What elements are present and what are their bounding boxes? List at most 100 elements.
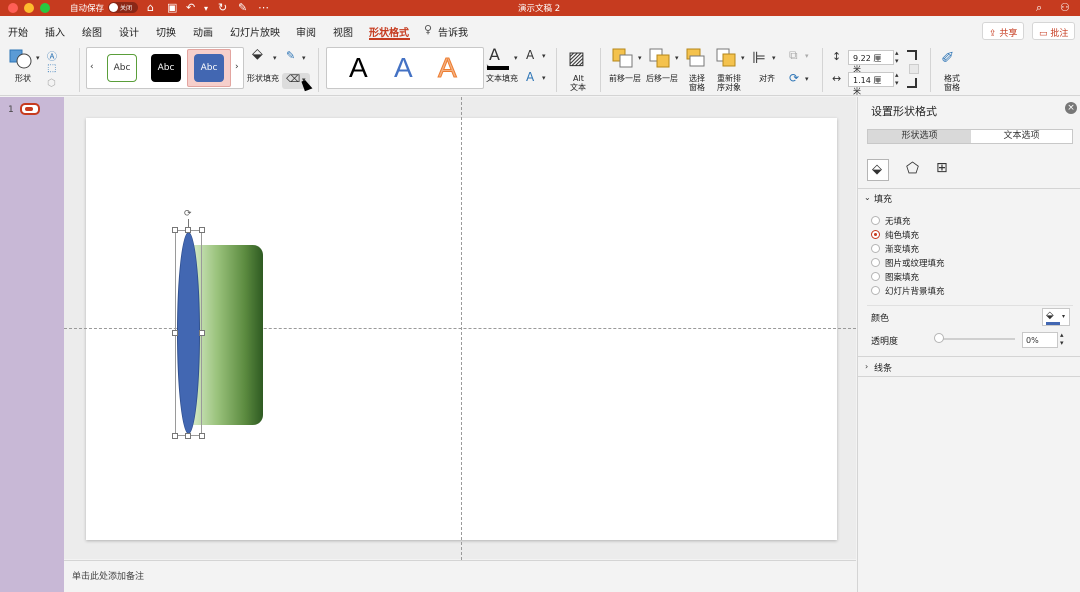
fill-dropdown-icon[interactable]: ▾ — [273, 54, 277, 62]
resize-handle-e[interactable] — [199, 330, 205, 336]
slide-thumbnail[interactable] — [20, 103, 40, 115]
text-fill-icon[interactable]: A — [489, 45, 500, 64]
shapes-dropdown-icon[interactable]: ▾ — [36, 54, 40, 62]
reorder-objects-icon[interactable] — [716, 48, 738, 68]
resize-handle-s[interactable] — [185, 433, 191, 439]
tab-slideshow[interactable]: 幻灯片放映 — [230, 24, 280, 39]
notes-area[interactable]: 单击此处添加备注 — [64, 560, 856, 592]
selection-pane-icon[interactable] — [686, 48, 708, 68]
transparency-slider-track[interactable] — [938, 338, 1015, 340]
tab-tell-me[interactable]: 告诉我 — [438, 24, 468, 39]
transparency-slider-thumb[interactable] — [934, 333, 944, 343]
close-window-button[interactable] — [8, 3, 18, 13]
width-stepper[interactable]: ▴ ▾ — [895, 71, 899, 87]
text-fill-dropdown-icon[interactable]: ▾ — [514, 54, 518, 62]
edit-shape-icon[interactable]: ⬚ — [47, 63, 56, 74]
line-section-header[interactable]: 线条 — [874, 361, 892, 374]
resize-handle-ne[interactable] — [199, 227, 205, 233]
radio-gradient-fill[interactable] — [871, 244, 880, 253]
send-backward-icon[interactable] — [649, 48, 671, 68]
lock-aspect-ratio-button[interactable] — [909, 64, 919, 74]
merge-shapes-icon[interactable]: ⬡ — [47, 78, 56, 89]
tab-text-options[interactable]: 文本选项 — [971, 130, 1072, 143]
fill-section-header[interactable]: 填充 — [874, 192, 892, 205]
more-icon[interactable]: ⋯ — [258, 1, 269, 15]
group-dropdown-icon[interactable]: ▾ — [805, 52, 809, 60]
transparency-input[interactable]: 0% — [1022, 332, 1058, 348]
outline-pen-icon[interactable]: ✎ — [286, 49, 295, 62]
rotate-dropdown-icon[interactable]: ▾ — [805, 75, 809, 83]
style-swatch-selected-frame[interactable]: Abc — [187, 49, 231, 87]
resize-handle-sw[interactable] — [172, 433, 178, 439]
share-button[interactable]: ⇪ 共享 — [982, 22, 1025, 40]
gallery-prev-icon[interactable]: ‹ — [90, 62, 94, 72]
save-icon[interactable]: ▣ — [167, 1, 177, 15]
resize-handle-w[interactable] — [172, 330, 178, 336]
chevron-right-icon[interactable]: › — [865, 362, 868, 371]
radio-background-fill[interactable] — [871, 286, 880, 295]
width-input[interactable]: 1.14 厘米 — [848, 72, 894, 96]
zoom-window-button[interactable] — [40, 3, 50, 13]
blue-ellipse[interactable] — [177, 232, 200, 434]
chevron-down-icon[interactable]: ⌄ — [864, 193, 871, 202]
resize-handle-nw[interactable] — [172, 227, 178, 233]
color-picker-button[interactable]: ⬙ ▾ — [1042, 308, 1070, 326]
comment-button[interactable]: ▭ 批注 — [1032, 22, 1076, 40]
group-icon[interactable]: ⧉ — [789, 48, 798, 63]
radio-solid-fill[interactable] — [871, 230, 880, 239]
text-effects-dropdown-icon[interactable]: ▾ — [542, 74, 546, 82]
tab-transitions[interactable]: 切换 — [156, 24, 176, 39]
text-outline-icon[interactable]: A — [526, 48, 534, 62]
search-icon[interactable]: ⌕ — [1036, 1, 1042, 15]
wordart-black[interactable]: A — [349, 52, 368, 84]
resize-handle-se[interactable] — [199, 433, 205, 439]
rotation-handle-icon[interactable]: ⟳ — [184, 209, 192, 219]
radio-pattern-fill[interactable] — [871, 272, 880, 281]
height-input[interactable]: 9.22 厘米 — [848, 50, 894, 74]
wordart-blue[interactable]: A — [394, 52, 413, 84]
effects-tab-icon[interactable]: ⬠ — [906, 159, 919, 177]
tab-shape-format[interactable]: 形状格式 — [369, 24, 409, 39]
text-effects-icon[interactable]: A — [526, 70, 534, 84]
tab-review[interactable]: 审阅 — [296, 24, 316, 39]
tab-home[interactable]: 开始 — [8, 24, 28, 39]
radio-picture-fill[interactable] — [871, 258, 880, 267]
align-icon[interactable]: ⊫ — [752, 48, 766, 67]
undo-icon[interactable]: ↶ — [186, 1, 195, 15]
gallery-next-icon[interactable]: › — [235, 62, 239, 72]
redo-icon[interactable]: ↻ — [218, 1, 227, 15]
format-pane-icon[interactable]: ✐ — [941, 48, 954, 67]
tab-design[interactable]: 设计 — [119, 24, 139, 39]
size-properties-tab-icon[interactable]: ⊞ — [936, 160, 948, 176]
radio-no-fill[interactable] — [871, 216, 880, 225]
text-box-icon[interactable]: Ⓐ — [47, 48, 57, 63]
home-icon[interactable]: ⌂ — [147, 1, 154, 15]
undo-dropdown-icon[interactable]: ▾ — [204, 2, 208, 16]
style-swatch-black[interactable]: Abc — [151, 54, 181, 82]
shapes-icon[interactable] — [9, 48, 33, 70]
style-swatch-outline[interactable]: Abc — [107, 54, 137, 82]
transparency-stepper[interactable]: ▴ ▾ — [1060, 331, 1064, 347]
align-dropdown-icon[interactable]: ▾ — [772, 54, 776, 62]
resize-handle-n[interactable] — [185, 227, 191, 233]
text-outline-dropdown-icon[interactable]: ▾ — [542, 52, 546, 60]
reorder-dropdown-icon[interactable]: ▾ — [741, 54, 745, 62]
tab-shape-options[interactable]: 形状选项 — [868, 130, 971, 143]
autosave-toggle[interactable]: 关闭 — [108, 2, 138, 13]
tab-view[interactable]: 视图 — [333, 24, 353, 39]
edit-icon[interactable]: ✎ — [238, 1, 247, 15]
alt-text-icon[interactable]: ▨ — [568, 48, 585, 69]
minimize-window-button[interactable] — [24, 3, 34, 13]
close-pane-icon[interactable]: × — [1065, 102, 1077, 114]
account-icon[interactable]: ⚇ — [1060, 1, 1070, 15]
tab-draw[interactable]: 绘图 — [82, 24, 102, 39]
bring-forward-dropdown-icon[interactable]: ▾ — [638, 54, 642, 62]
height-stepper[interactable]: ▴ ▾ — [895, 49, 899, 65]
rotate-icon[interactable]: ⟳ — [789, 71, 799, 85]
paint-bucket-icon[interactable]: ⬙ — [252, 46, 263, 62]
wordart-orange[interactable]: A — [438, 52, 458, 84]
fill-line-tab-icon[interactable]: ⬙ — [867, 159, 889, 181]
send-backward-dropdown-icon[interactable]: ▾ — [675, 54, 679, 62]
bring-forward-icon[interactable] — [612, 48, 634, 68]
tab-animations[interactable]: 动画 — [193, 24, 213, 39]
